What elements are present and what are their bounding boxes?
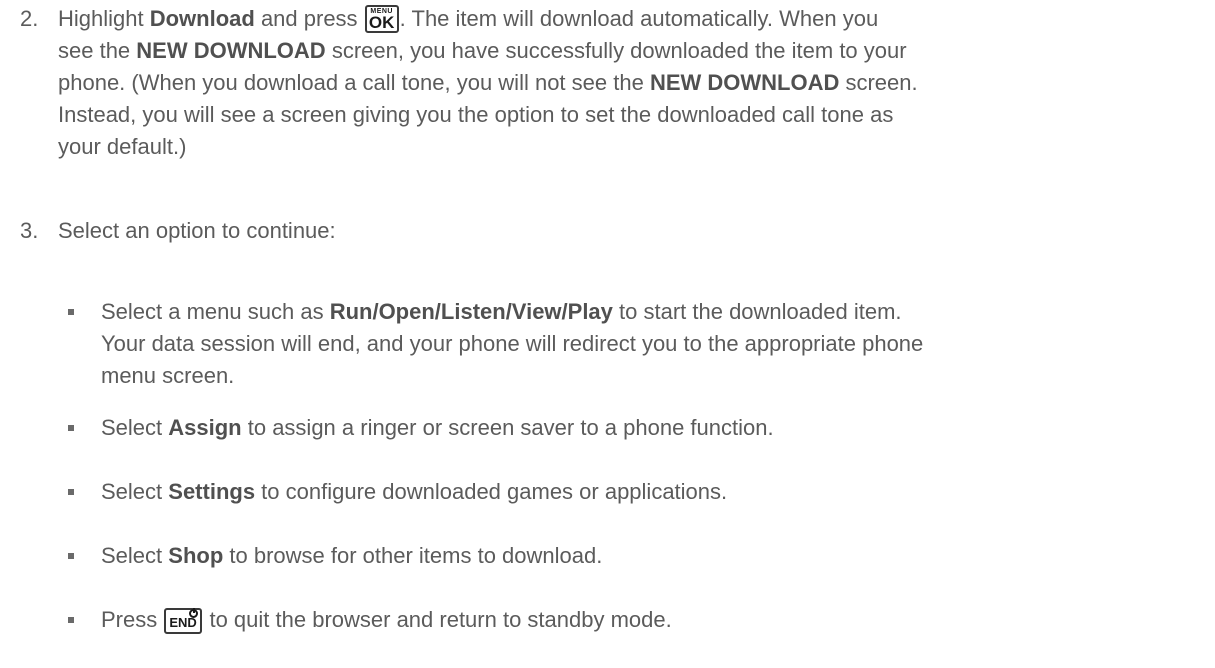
text-run: Highlight <box>58 6 150 31</box>
text-line: your default.) <box>58 131 1138 163</box>
bullet-square-icon <box>68 553 74 559</box>
text-run: menu screen. <box>101 363 235 388</box>
power-symbol-icon <box>189 608 199 618</box>
bold-term: Shop <box>168 543 224 568</box>
bullet-text: Select Settings to configure downloaded … <box>101 476 1191 508</box>
text-run: Select a menu such as <box>101 299 330 324</box>
text-line: Press END to quit the browser and return… <box>101 604 1191 636</box>
text-run: and press <box>254 6 364 31</box>
text-line: Select an option to continue: <box>58 215 1138 247</box>
text-run: Select <box>101 479 169 504</box>
bullet-square-icon <box>68 617 74 623</box>
text-line: Select Assign to assign a ringer or scre… <box>101 412 1191 444</box>
bold-term: NEW DOWNLOAD <box>136 38 326 63</box>
text-run: your default.) <box>58 134 187 159</box>
document-page: 2. Highlight Download and press MENU OK. … <box>0 0 1215 668</box>
step-body: Highlight Download and press MENU OK. The… <box>58 3 1138 163</box>
bullet-square-icon <box>68 425 74 431</box>
text-line: Instead, you will see a screen giving yo… <box>58 99 1138 131</box>
bullet-text: Select Assign to assign a ringer or scre… <box>101 412 1191 444</box>
menu-ok-key-icon: MENU OK <box>364 5 399 33</box>
bold-term: Download <box>149 6 255 31</box>
text-run: to configure downloaded games or applica… <box>255 479 728 504</box>
bullet-square-icon <box>68 309 74 315</box>
text-line: Select Settings to configure downloaded … <box>101 476 1191 508</box>
text-run: screen. <box>839 70 918 95</box>
bold-term: Settings <box>168 479 256 504</box>
text-line: Select Shop to browse for other items to… <box>101 540 1191 572</box>
text-run: Select <box>101 415 169 440</box>
bullet-text: Press END to quit the browser and return… <box>101 604 1191 636</box>
text-run: to assign a ringer or screen saver to a … <box>241 415 774 440</box>
bold-term: Run/Open/Listen/View/Play <box>329 299 613 324</box>
text-line: Highlight Download and press MENU OK. The… <box>58 3 1138 35</box>
text-run: screen, you have successfully downloaded… <box>325 38 907 63</box>
step-number: 3. <box>20 218 39 243</box>
key-main-label: OK <box>368 13 395 32</box>
step-body: Select an option to continue: <box>58 215 1138 247</box>
text-line: menu screen. <box>101 360 1191 392</box>
bullet-square-icon <box>68 489 74 495</box>
text-run: Your data session will end, and your pho… <box>101 331 924 356</box>
text-run: to start the downloaded item. <box>612 299 902 324</box>
text-run: phone. (When you download a call tone, y… <box>58 70 650 95</box>
bold-term: NEW DOWNLOAD <box>649 70 840 95</box>
text-run: to quit the browser and return to standb… <box>203 607 672 632</box>
end-power-key-icon: END <box>164 608 203 634</box>
text-run: Press <box>101 607 164 632</box>
bullet-text: Select Shop to browse for other items to… <box>101 540 1191 572</box>
step-number: 2. <box>20 6 39 31</box>
text-line: phone. (When you download a call tone, y… <box>58 67 1138 99</box>
text-line: see the NEW DOWNLOAD screen, you have su… <box>58 35 1138 67</box>
text-run: see the <box>58 38 137 63</box>
text-run: Select <box>101 543 169 568</box>
text-line: Your data session will end, and your pho… <box>101 328 1191 360</box>
text-run: to browse for other items to download. <box>223 543 603 568</box>
text-run: . The item will download automatically. … <box>399 6 879 31</box>
bold-term: Assign <box>168 415 242 440</box>
text-line: Select a menu such as Run/Open/Listen/Vi… <box>101 296 1191 328</box>
text-run: Instead, you will see a screen giving yo… <box>58 102 894 127</box>
text-run: Select an option to continue: <box>58 218 336 243</box>
bullet-text: Select a menu such as Run/Open/Listen/Vi… <box>101 296 1191 392</box>
